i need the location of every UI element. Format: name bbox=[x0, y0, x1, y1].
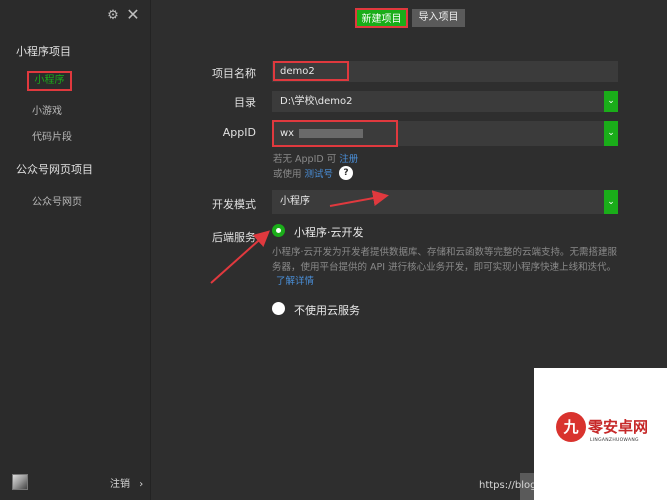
arrow-to-cloud-option bbox=[210, 230, 270, 284]
watermark: 九 零安卓网 LINGANZHUOWANG bbox=[534, 368, 667, 500]
watermark-title: 零安卓网 bbox=[588, 418, 649, 436]
watermark-logo: 九 bbox=[556, 412, 586, 442]
watermark-subtitle: LINGANZHUOWANG bbox=[590, 438, 639, 443]
arrow-to-dev-mode bbox=[329, 190, 389, 207]
